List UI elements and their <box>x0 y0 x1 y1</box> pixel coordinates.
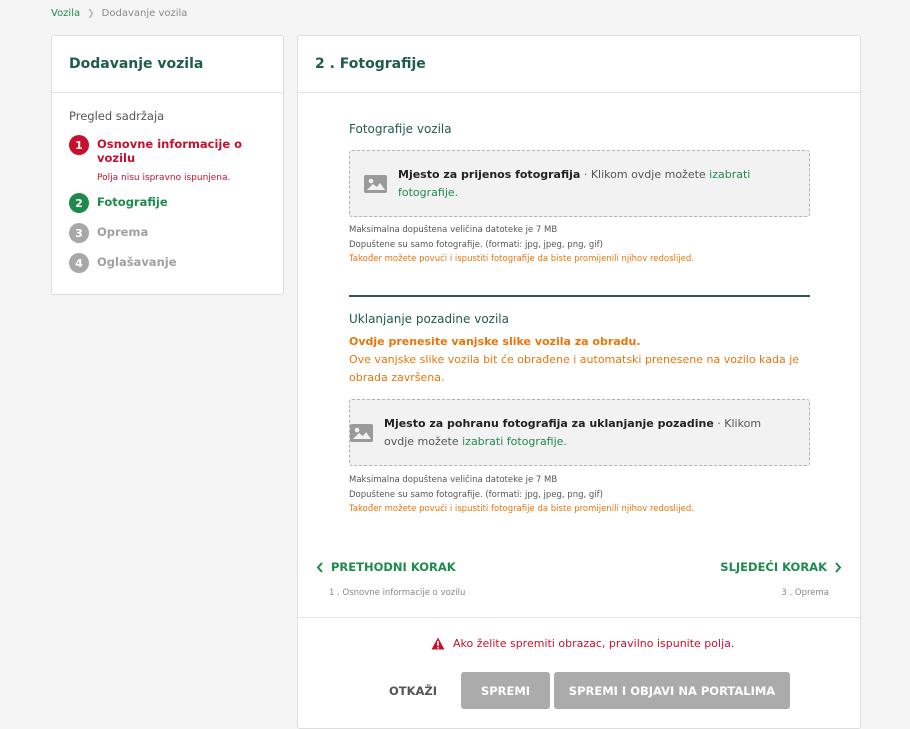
dropzone-text: · Klikom ovdje možete <box>580 167 710 181</box>
section-divider <box>349 295 810 297</box>
photos-upload-notes: Maksimalna dopuštena veličina datoteke j… <box>349 223 694 267</box>
step-number-badge: 1 <box>69 135 89 155</box>
background-upload-notes: Maksimalna dopuštena veličina datoteke j… <box>349 473 694 517</box>
cancel-button[interactable]: OTKAŽI <box>373 672 453 709</box>
sidebar-title: Dodavanje vozila <box>52 36 283 93</box>
page-title: 2 . Fotografije <box>298 36 860 93</box>
sidebar-step-basic-info[interactable]: 1 Osnovne informacije o vozilu Polja nis… <box>69 135 283 183</box>
max-size-note: Maksimalna dopuštena veličina datoteke j… <box>349 475 558 485</box>
formats-note: Dopuštene su samo fotografije. (formati:… <box>349 489 603 500</box>
dropzone-title: Mjesto za prijenos fotografija <box>398 167 581 181</box>
save-button[interactable]: SPREMI <box>461 672 550 709</box>
background-removal-warning: Ovdje prenesite vanjske slike vozila za … <box>349 333 810 387</box>
next-step-label: SLJEDEĆI KORAK <box>720 560 827 574</box>
step-number-badge: 2 <box>69 193 89 213</box>
reorder-note: Također možete povući i ispustiti fotogr… <box>349 504 694 514</box>
choose-photos-link[interactable]: izabrati fotografije. <box>462 435 567 448</box>
sidebar-step-advertising[interactable]: 4 Oglašavanje <box>69 253 283 273</box>
photos-section-title: Fotografije vozila <box>349 122 452 136</box>
breadcrumb-current: Dodavanje vozila <box>101 8 188 19</box>
previous-step-label: PRETHODNI KORAK <box>331 560 456 574</box>
previous-step-name: 1 . Osnovne informacije o vozilu <box>329 588 466 598</box>
sidebar: Dodavanje vozila Pregled sadržaja 1 Osno… <box>51 35 284 295</box>
next-step-name: 3 . Oprema <box>781 588 829 598</box>
photo-upload-dropzone[interactable]: Mjesto za prijenos fotografija · Klikom … <box>349 150 810 217</box>
chevron-right-icon <box>835 561 842 573</box>
previous-step-button[interactable]: PRETHODNI KORAK <box>316 560 456 574</box>
next-step-button[interactable]: SLJEDEĆI KORAK <box>720 560 842 574</box>
step-number-badge: 4 <box>69 253 89 273</box>
step-label: Oprema <box>97 225 149 239</box>
background-removal-section-title: Uklanjanje pozadine vozila <box>349 312 509 326</box>
image-icon <box>364 174 387 193</box>
dropzone-title: Mjesto za pohranu fotografija za uklanja… <box>384 416 714 430</box>
step-label: Oglašavanje <box>97 255 177 269</box>
sidebar-step-equipment[interactable]: 3 Oprema <box>69 223 283 243</box>
save-and-publish-button[interactable]: SPREMI I OBJAVI NA PORTALIMA <box>554 672 790 709</box>
chevron-left-icon <box>316 561 323 573</box>
warning-title: Ovdje prenesite vanjske slike vozila za … <box>349 335 641 348</box>
warning-icon <box>431 637 445 650</box>
main-panel: 2 . Fotografije Fotografije vozila Mjest… <box>297 35 861 729</box>
breadcrumb-link-vozila[interactable]: Vozila <box>51 8 80 19</box>
formats-note: Dopuštene su samo fotografije. (formati:… <box>349 239 603 250</box>
reorder-note: Također možete povući i ispustiti fotogr… <box>349 254 694 264</box>
max-size-note: Maksimalna dopuštena veličina datoteke j… <box>349 225 558 235</box>
step-label: Fotografije <box>97 195 168 209</box>
image-icon <box>350 423 373 442</box>
background-removal-dropzone[interactable]: Mjesto za pohranu fotografija za uklanja… <box>349 399 810 466</box>
sidebar-step-photos[interactable]: 2 Fotografije <box>69 193 283 213</box>
form-error-text: Ako želite spremiti obrazac, pravilno is… <box>453 637 735 650</box>
step-label: Osnovne informacije o vozilu <box>97 137 243 165</box>
warning-text: Ove vanjske slike vozila bit će obrađene… <box>349 353 800 384</box>
footer-divider <box>298 617 860 618</box>
toc-title: Pregled sadržaja <box>69 109 165 123</box>
breadcrumb: Vozila ❯ Dodavanje vozila <box>51 8 187 19</box>
form-error-message: Ako želite spremiti obrazac, pravilno is… <box>431 637 734 650</box>
step-error-message: Polja nisu ispravno ispunjena. <box>97 173 231 183</box>
chevron-right-icon: ❯ <box>87 8 95 19</box>
table-of-contents: Pregled sadržaja 1 Osnovne informacije o… <box>52 93 283 273</box>
step-number-badge: 3 <box>69 223 89 243</box>
